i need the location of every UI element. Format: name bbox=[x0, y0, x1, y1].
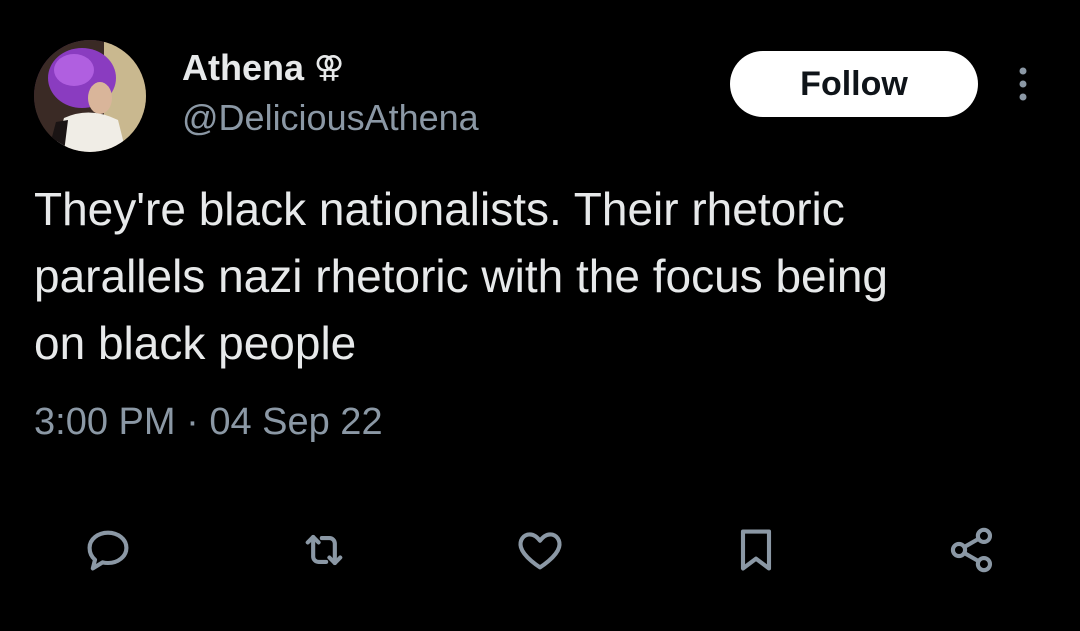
bookmark-icon[interactable] bbox=[724, 518, 788, 582]
tweet-text-line: They're black nationalists. Their rhetor… bbox=[34, 183, 845, 235]
avatar[interactable] bbox=[34, 40, 146, 152]
tweet-timestamp[interactable]: 3:00 PM · 04 Sep 22 bbox=[34, 398, 383, 446]
lesbian-symbol-icon: ⚢ bbox=[314, 50, 345, 85]
author-display-name[interactable]: Athena bbox=[182, 46, 304, 90]
retweet-icon[interactable] bbox=[292, 518, 356, 582]
tweet-text: They're black nationalists. Their rhetor… bbox=[34, 176, 1054, 377]
reply-icon[interactable] bbox=[76, 518, 140, 582]
author-name-row: Athena ⚢ bbox=[182, 46, 344, 90]
tweet-text-line: parallels nazi rhetoric with the focus b… bbox=[34, 250, 889, 302]
follow-button[interactable]: Follow bbox=[730, 51, 978, 117]
tweet-date: 04 Sep 22 bbox=[209, 401, 383, 443]
author-handle[interactable]: @DeliciousAthena bbox=[182, 96, 479, 140]
tweet-time: 3:00 PM bbox=[34, 401, 176, 443]
more-options-icon[interactable] bbox=[1010, 64, 1036, 104]
action-bar bbox=[0, 518, 1080, 582]
meta-separator: · bbox=[186, 401, 199, 443]
tweet-text-line: on black people bbox=[34, 317, 357, 369]
share-icon[interactable] bbox=[940, 518, 1004, 582]
like-icon[interactable] bbox=[508, 518, 572, 582]
